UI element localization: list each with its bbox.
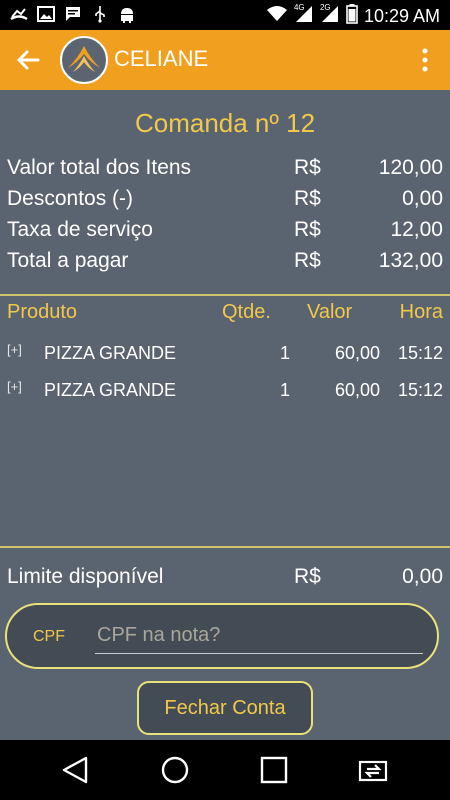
divider (0, 294, 450, 296)
header-hora: Hora (399, 301, 443, 323)
signal-4g-icon: 4G (294, 3, 314, 28)
expand-icon[interactable]: [+] (7, 342, 22, 357)
message-icon (64, 5, 82, 23)
header-produto: Produto (7, 301, 78, 323)
wifi-icon (266, 5, 288, 28)
summary-label: Valor total dos Itens (7, 156, 192, 179)
product-value: 60,00 (334, 343, 380, 363)
home-nav-icon[interactable] (159, 754, 191, 786)
currency-symbol: R$ (294, 249, 321, 272)
cpf-input[interactable] (95, 617, 423, 654)
usb-icon (91, 5, 109, 23)
currency-symbol: R$ (294, 565, 321, 588)
back-nav-icon[interactable] (60, 754, 92, 786)
table-row[interactable]: [+] PIZZA GRANDE 1 60,00 15:12 (0, 374, 450, 411)
clock: 10:29 AM (363, 6, 440, 26)
image-icon (37, 5, 55, 23)
battery-icon (346, 4, 358, 29)
back-arrow-icon[interactable] (14, 46, 42, 74)
currency-symbol: R$ (294, 187, 321, 210)
app-title: CELIANE (114, 46, 209, 71)
summary-value: 0,00 (402, 187, 443, 210)
table-row[interactable]: [+] PIZZA GRANDE 1 60,00 15:12 (0, 337, 450, 374)
navigation-bar (0, 740, 450, 800)
header-valor: Valor (307, 301, 353, 323)
divider (0, 546, 450, 548)
product-value: 60,00 (334, 380, 380, 400)
cpf-box: CPF (5, 603, 439, 669)
product-time: 15:12 (397, 380, 443, 400)
currency-symbol: R$ (294, 156, 321, 179)
summary-table: Valor total dos Itens R$ 120,00 Desconto… (0, 153, 450, 277)
app-bar: CELIANE (0, 30, 450, 90)
missed-call-icon (10, 5, 28, 23)
signal-2g-icon: 2G (320, 3, 340, 28)
comanda-title: Comanda nº 12 (134, 108, 316, 138)
celiane-logo (60, 36, 108, 84)
currency-symbol: R$ (294, 218, 321, 241)
header-qtde: Qtde. (222, 301, 271, 323)
android-icon (118, 5, 136, 23)
dual-window-nav-icon[interactable] (357, 754, 389, 786)
summary-label: Total a pagar (7, 249, 129, 272)
summary-row-service-fee: Taxa de serviço R$ 12,00 (0, 215, 450, 246)
close-account-button[interactable]: Fechar Conta (137, 681, 313, 735)
summary-row-total-to-pay: Total a pagar R$ 132,00 (0, 246, 450, 277)
limit-value: 0,00 (402, 565, 443, 588)
summary-row-total-items: Valor total dos Itens R$ 120,00 (0, 153, 450, 184)
summary-label: Descontos (-) (7, 187, 134, 210)
items-list: [+] PIZZA GRANDE 1 60,00 15:12 [+] PIZZA… (0, 337, 450, 411)
cpf-label: CPF (33, 628, 65, 645)
summary-value: 120,00 (378, 156, 443, 179)
limit-label: Limite disponível (7, 565, 164, 588)
summary-value: 132,00 (378, 249, 443, 272)
available-limit-row: Limite disponível R$ 0,00 (0, 562, 450, 592)
recents-nav-icon[interactable] (258, 754, 290, 786)
product-qty: 1 (280, 343, 291, 363)
product-qty: 1 (280, 380, 291, 400)
product-time: 15:12 (397, 343, 443, 363)
expand-icon[interactable]: [+] (7, 379, 22, 394)
product-name: PIZZA GRANDE (44, 343, 177, 363)
more-options-icon[interactable] (422, 47, 428, 73)
status-bar: 4G 2G 10:29 AM (0, 0, 450, 30)
summary-label: Taxa de serviço (7, 218, 153, 241)
product-name: PIZZA GRANDE (44, 380, 177, 400)
summary-value: 12,00 (390, 218, 443, 241)
summary-row-discounts: Descontos (-) R$ 0,00 (0, 184, 450, 215)
items-table-header: Produto Qtde. Valor Hora (0, 298, 450, 328)
